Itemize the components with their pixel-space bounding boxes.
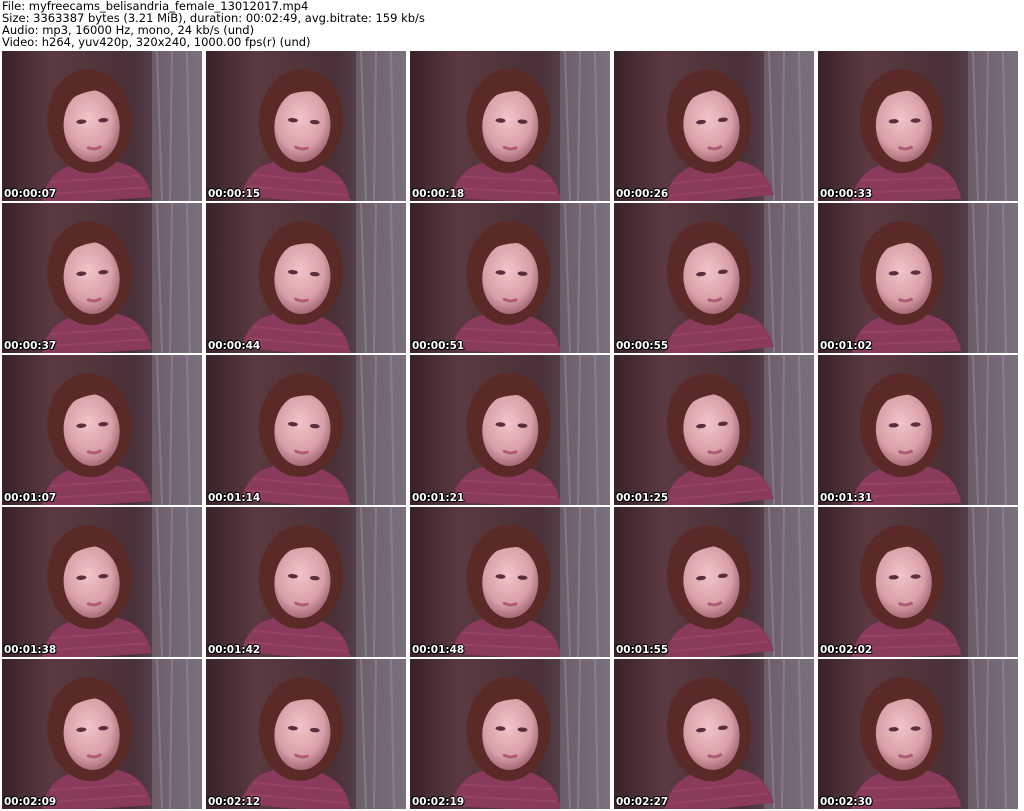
frame-timestamp: 00:02:19: [412, 796, 465, 808]
video-frame-thumbnail: 00:01:48: [410, 507, 610, 657]
frame-image: [614, 659, 814, 809]
video-frame-thumbnail: 00:00:33: [818, 51, 1018, 201]
video-frame-thumbnail: 00:01:14: [206, 355, 406, 505]
frame-image: [614, 51, 814, 201]
frame-image: [614, 203, 814, 353]
frame-image: [410, 51, 610, 201]
frame-image: [818, 355, 1018, 505]
frame-timestamp: 00:00:15: [208, 188, 261, 200]
frame-timestamp: 00:01:55: [616, 644, 669, 656]
frame-image: [2, 203, 202, 353]
video-frame-thumbnail: 00:00:15: [206, 51, 406, 201]
frame-timestamp: 00:02:02: [820, 644, 873, 656]
frame-timestamp: 00:01:14: [208, 492, 261, 504]
video-frame-thumbnail: 00:01:07: [2, 355, 202, 505]
video-frame-thumbnail: 00:02:12: [206, 659, 406, 809]
frame-timestamp: 00:01:48: [412, 644, 465, 656]
frame-image: [614, 507, 814, 657]
frame-timestamp: 00:01:25: [616, 492, 669, 504]
frame-timestamp: 00:00:18: [412, 188, 465, 200]
frame-image: [206, 203, 406, 353]
video-frame-thumbnail: 00:02:09: [2, 659, 202, 809]
frame-timestamp: 00:00:26: [616, 188, 669, 200]
video-info-line: Video: h264, yuv420p, 320x240, 1000.00 f…: [2, 35, 311, 49]
file-info-header: File: myfreecams_belisandria_female_1301…: [2, 0, 1022, 50]
frame-image: [206, 507, 406, 657]
video-frame-thumbnail: 00:02:19: [410, 659, 610, 809]
frame-image: [410, 659, 610, 809]
video-frame-thumbnail: 00:00:51: [410, 203, 610, 353]
video-frame-thumbnail: 00:01:38: [2, 507, 202, 657]
video-frame-thumbnail: 00:01:02: [818, 203, 1018, 353]
frame-timestamp: 00:00:51: [412, 340, 465, 352]
thumbnail-grid: 00:00:07 00:00:15 00:00:18 00:00:26 00:00:33…: [2, 51, 1022, 811]
video-frame-thumbnail: 00:00:26: [614, 51, 814, 201]
frame-timestamp: 00:00:07: [4, 188, 57, 200]
frame-timestamp: 00:01:42: [208, 644, 261, 656]
frame-image: [206, 355, 406, 505]
video-frame-thumbnail: 00:02:02: [818, 507, 1018, 657]
frame-timestamp: 00:02:12: [208, 796, 261, 808]
frame-timestamp: 00:02:27: [616, 796, 669, 808]
frame-image: [2, 51, 202, 201]
frame-image: [614, 355, 814, 505]
frame-image: [410, 507, 610, 657]
frame-image: [818, 203, 1018, 353]
frame-image: [2, 659, 202, 809]
frame-timestamp: 00:01:07: [4, 492, 57, 504]
video-frame-thumbnail: 00:00:18: [410, 51, 610, 201]
video-frame-thumbnail: 00:01:55: [614, 507, 814, 657]
video-frame-thumbnail: 00:01:42: [206, 507, 406, 657]
frame-timestamp: 00:00:37: [4, 340, 57, 352]
frame-image: [2, 507, 202, 657]
frame-timestamp: 00:01:38: [4, 644, 57, 656]
video-frame-thumbnail: 00:01:21: [410, 355, 610, 505]
video-frame-thumbnail: 00:00:37: [2, 203, 202, 353]
frame-image: [410, 203, 610, 353]
frame-image: [818, 507, 1018, 657]
video-frame-thumbnail: 00:00:07: [2, 51, 202, 201]
frame-image: [2, 355, 202, 505]
frame-timestamp: 00:01:02: [820, 340, 873, 352]
video-frame-thumbnail: 00:01:31: [818, 355, 1018, 505]
frame-image: [818, 659, 1018, 809]
video-frame-thumbnail: 00:01:25: [614, 355, 814, 505]
video-frame-thumbnail: 00:02:30: [818, 659, 1018, 809]
frame-timestamp: 00:02:09: [4, 796, 57, 808]
frame-timestamp: 00:00:55: [616, 340, 669, 352]
frame-timestamp: 00:00:33: [820, 188, 873, 200]
frame-timestamp: 00:01:21: [412, 492, 465, 504]
frame-image: [206, 51, 406, 201]
frame-timestamp: 00:01:31: [820, 492, 873, 504]
frame-timestamp: 00:02:30: [820, 796, 873, 808]
frame-image: [410, 355, 610, 505]
video-frame-thumbnail: 00:00:44: [206, 203, 406, 353]
video-frame-thumbnail: 00:00:55: [614, 203, 814, 353]
frame-image: [818, 51, 1018, 201]
frame-timestamp: 00:00:44: [208, 340, 261, 352]
frame-image: [206, 659, 406, 809]
video-frame-thumbnail: 00:02:27: [614, 659, 814, 809]
